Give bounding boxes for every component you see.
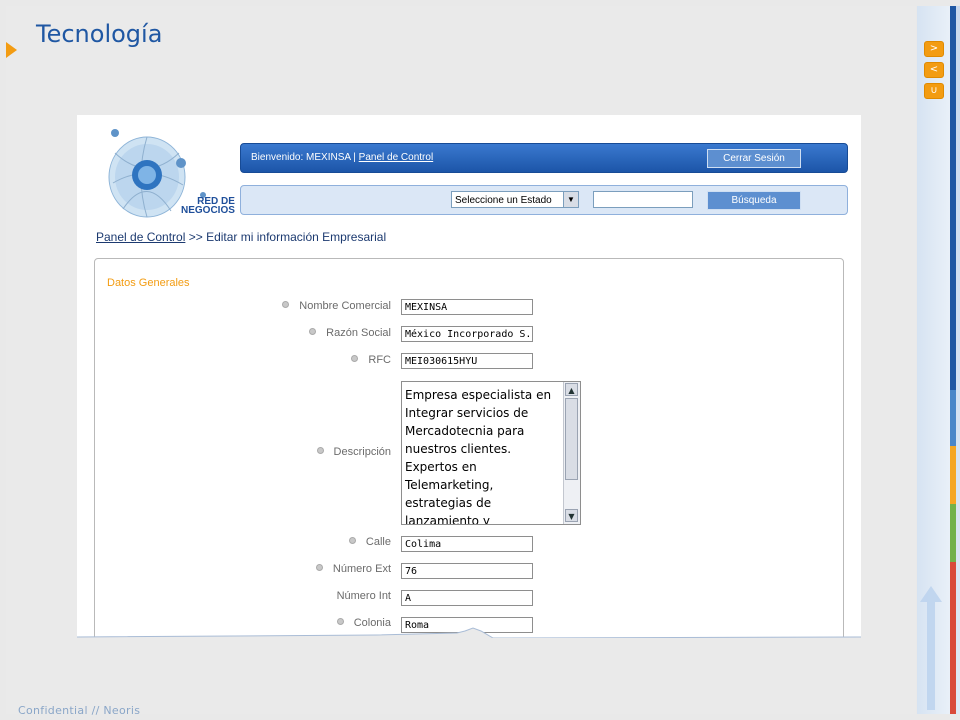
field-label: Nombre Comercial [282, 300, 391, 312]
field-label: Descripción [316, 446, 391, 458]
search-button[interactable]: Búsqueda [707, 191, 801, 210]
field-label: RFC [351, 354, 391, 366]
required-dot-icon [309, 328, 317, 335]
side-bar-red [950, 562, 956, 714]
numero-int-field[interactable]: A [401, 590, 533, 606]
descripcion-textarea[interactable]: Empresa especialista en Integrar servici… [401, 381, 581, 525]
logo-text: RED DE NEGOCIOS [181, 196, 235, 216]
welcome-bar: Bienvenido: MEXINSA | Panel de Control C… [240, 143, 848, 173]
required-dot-icon [351, 355, 359, 362]
return-slide-button[interactable]: ∪ [924, 83, 944, 99]
side-bar-green [950, 504, 956, 562]
screenshot-cut-edge [77, 627, 861, 638]
required-dot-icon [315, 564, 323, 571]
up-arrow-icon [920, 586, 942, 710]
form-section-title: Datos Generales [107, 277, 190, 289]
rfc-field[interactable]: MEI030615HYU [401, 353, 533, 369]
side-bar-lightblue [950, 390, 956, 446]
next-slide-button[interactable]: > [924, 41, 944, 57]
field-label: Calle [348, 536, 391, 548]
field-label: Número Int [336, 590, 391, 602]
textarea-scrollbar[interactable]: ▲ ▼ [563, 382, 580, 524]
scroll-down-icon[interactable]: ▼ [565, 509, 578, 522]
scroll-up-icon[interactable]: ▲ [565, 383, 578, 396]
required-dot-icon [282, 301, 290, 308]
breadcrumb: Panel de Control >> Editar mi informació… [96, 230, 386, 244]
form-panel: Datos Generales Nombre Comercial MEXINSA… [94, 258, 844, 638]
search-bar: Seleccione un Estado ▼ Búsqueda [240, 185, 848, 215]
side-bar-orange [950, 446, 956, 504]
required-dot-icon [316, 447, 324, 454]
breadcrumb-current: >> Editar mi información Empresarial [188, 230, 387, 244]
panel-de-control-link[interactable]: Panel de Control [359, 152, 434, 163]
title-marker-icon [6, 42, 17, 58]
app-screenshot: RED DE NEGOCIOS Bienvenido: MEXINSA | Pan… [77, 115, 861, 638]
logout-button[interactable]: Cerrar Sesión [707, 149, 801, 168]
calle-field[interactable]: Colima [401, 536, 533, 552]
descripcion-text[interactable]: Empresa especialista en Integrar servici… [405, 386, 563, 524]
welcome-text: Bienvenido: MEXINSA | Panel de Control [251, 152, 433, 163]
state-select[interactable]: Seleccione un Estado ▼ [451, 191, 579, 208]
scroll-thumb[interactable] [565, 398, 578, 480]
slide-title: Tecnología [36, 20, 163, 48]
required-dot-icon [336, 618, 344, 625]
field-label: Razón Social [309, 327, 391, 339]
slide-footer: Confidential // Neoris [18, 704, 141, 717]
side-bar-blue [950, 6, 956, 390]
numero-ext-field[interactable]: 76 [401, 563, 533, 579]
prev-slide-button[interactable]: < [924, 62, 944, 78]
razon-social-field[interactable]: México Incorporado S. [401, 326, 533, 342]
nombre-comercial-field[interactable]: MEXINSA [401, 299, 533, 315]
welcome-user: Bienvenido: MEXINSA [251, 152, 351, 163]
field-label: Número Ext [315, 563, 391, 575]
breadcrumb-panel-link[interactable]: Panel de Control [96, 230, 185, 244]
required-dot-icon [348, 537, 356, 544]
chevron-down-icon[interactable]: ▼ [563, 192, 578, 207]
welcome-separator: | [353, 152, 356, 163]
search-input[interactable] [593, 191, 693, 208]
